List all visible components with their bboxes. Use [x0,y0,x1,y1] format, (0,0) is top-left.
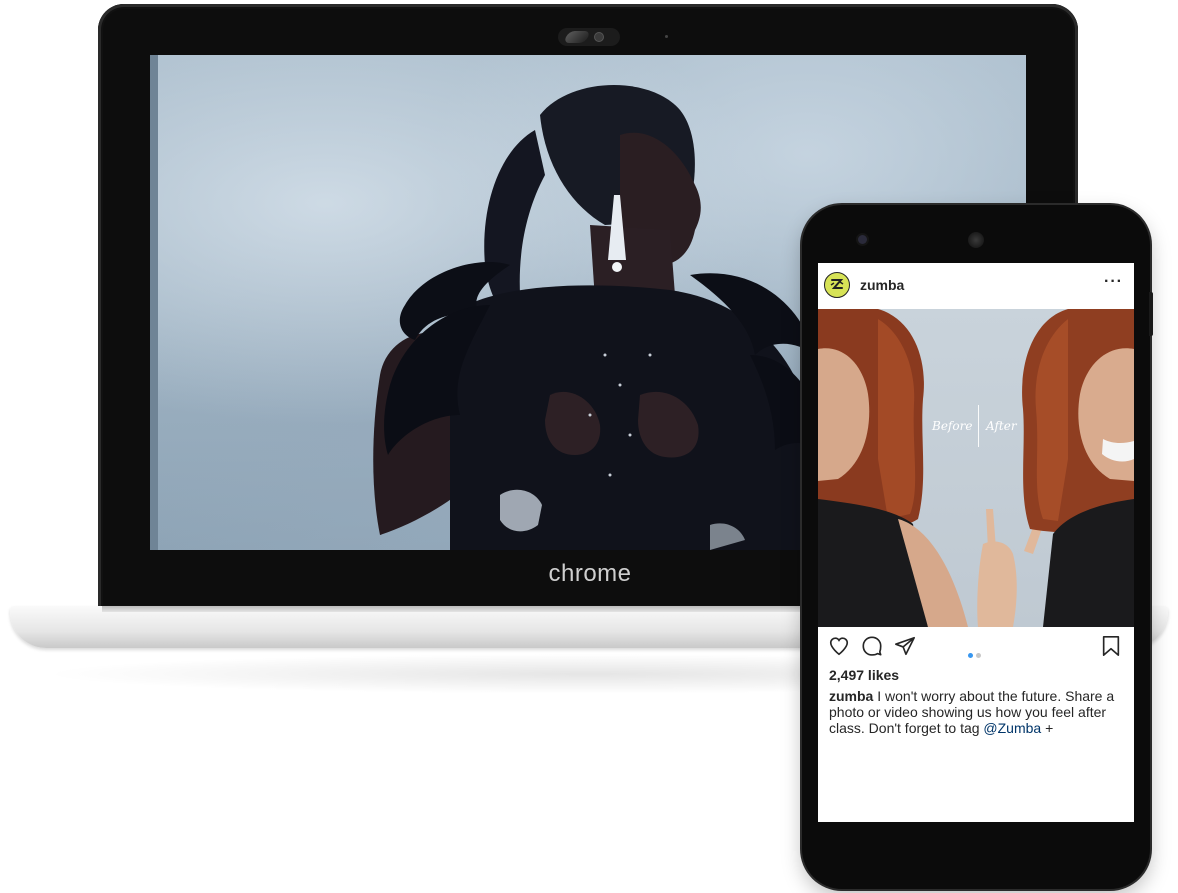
carousel-dot [976,653,981,658]
before-after-divider [978,405,979,447]
caption-suffix: + [1041,720,1054,736]
heart-icon[interactable] [828,635,850,662]
phone-front-camera [858,235,867,244]
webcam-lens [595,33,603,41]
post-header: zumba ··· [818,263,1134,308]
caption-username[interactable]: zumba [829,688,873,704]
before-after-photo [818,309,1134,627]
chrome-brand-label: chrome [548,560,632,587]
laptop-webcam [558,28,620,46]
post-actions [818,631,1134,665]
phone-side-button [1149,292,1153,336]
phone-speaker [968,232,984,248]
light-sensor [665,35,668,38]
instagram-post: zumba ··· Before After 2,497 likes zumba… [818,263,1134,822]
carousel-dot-active [968,653,973,658]
share-icon[interactable] [894,635,916,662]
carousel-indicator [968,645,984,663]
zumba-logo-icon[interactable] [824,272,850,298]
post-caption: zumba I won't worry about the future. Sh… [829,688,1125,736]
bookmark-icon[interactable] [1101,635,1121,662]
more-options-icon[interactable]: ··· [1104,273,1123,291]
webcam-glare [563,31,591,43]
post-photo[interactable]: Before After [818,309,1134,627]
before-label: Before [932,419,973,433]
comment-icon[interactable] [861,635,883,662]
likes-count[interactable]: 2,497 likes [829,667,899,683]
after-label: After [986,419,1017,433]
post-username[interactable]: zumba [860,277,904,293]
caption-mention[interactable]: @Zumba [983,720,1041,736]
